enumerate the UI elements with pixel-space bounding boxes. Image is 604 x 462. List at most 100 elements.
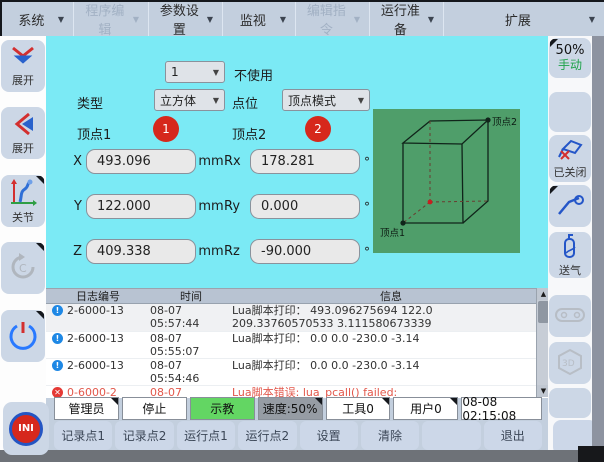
loop-cycle-icon: C <box>8 252 38 285</box>
menu-item-monitor[interactable]: 监视 ▼ <box>223 2 296 36</box>
degree-unit-label: ° <box>364 245 370 259</box>
point-label: 点位 <box>232 93 258 112</box>
gun-closed-button[interactable]: 已关闭 <box>549 135 591 182</box>
x-axis-label: X <box>68 154 82 169</box>
vertex1-dot <box>400 220 405 225</box>
status-user-role[interactable]: 管理员 <box>54 397 119 420</box>
main-area: 1 ▼ 不使用 类型 立方体 ▼ 点位 顶点模式 ▼ 顶点1 1 顶点2 2 X… <box>46 36 550 452</box>
blank-tool-button[interactable] <box>549 388 591 418</box>
button-label: 展开 <box>12 72 34 88</box>
exit-button[interactable]: 退出 <box>484 421 542 450</box>
menu-item-system[interactable]: 系统 ▼ <box>2 2 74 36</box>
cube-settings-panel: 1 ▼ 不使用 类型 立方体 ▼ 点位 顶点模式 ▼ 顶点1 1 顶点2 2 X… <box>46 36 550 288</box>
air-supply-button[interactable]: 送气 <box>549 232 591 278</box>
type-label: 类型 <box>77 93 103 112</box>
run-point1-button[interactable]: 运行点1 <box>177 421 235 450</box>
glue-gun-off-icon <box>555 137 585 164</box>
info-icon: ! <box>52 360 63 371</box>
ry-axis-label: Ry <box>224 199 246 214</box>
info-icon: ! <box>52 305 63 316</box>
status-label: 工具0 <box>342 400 374 417</box>
torch-button[interactable] <box>549 185 591 227</box>
y-axis-label: Y <box>68 199 82 214</box>
record-point1-button[interactable]: 记录点1 <box>54 421 112 450</box>
3d-glyph: 3D <box>562 359 575 369</box>
expand-down-button[interactable]: 展开 <box>1 40 45 92</box>
status-label: 停止 <box>142 400 166 417</box>
rz-value-field[interactable] <box>250 239 360 264</box>
z-axis-label: Z <box>68 244 82 259</box>
menu-item-run-prepare[interactable]: 运行准备 ▼ <box>370 2 444 36</box>
vertex1-badge[interactable]: 1 <box>153 116 179 142</box>
chevron-down-icon: ▼ <box>428 15 434 24</box>
blank-tool-button[interactable] <box>549 92 591 132</box>
record-point2-button[interactable]: 记录点2 <box>115 421 173 450</box>
z-value-field[interactable] <box>86 239 196 264</box>
corner-marker <box>36 311 44 319</box>
torch-icon <box>555 192 585 221</box>
settings-button[interactable]: 设置 <box>300 421 358 450</box>
menu-item-extension[interactable]: 扩展 ▼ <box>444 2 604 36</box>
menu-label: 系统 <box>11 10 52 29</box>
chevron-down-icon: ▼ <box>207 15 213 24</box>
rx-value-field[interactable] <box>250 149 360 174</box>
type-select[interactable]: 立方体 ▼ <box>154 89 225 111</box>
log-time: 08-07 05:55:07 <box>150 332 232 358</box>
menu-item-edit-command: 编辑指令 ▼ <box>296 2 370 36</box>
corner-marker <box>36 176 44 184</box>
status-label: 管理员 <box>68 400 104 417</box>
point-mode-value: 顶点模式 <box>288 92 336 109</box>
power-icon <box>8 320 38 353</box>
preset-value: 1 <box>171 65 179 79</box>
blank-button[interactable] <box>422 421 480 450</box>
y-value-field[interactable] <box>86 194 196 219</box>
corner-marker <box>382 398 389 405</box>
mm-unit-label: mm <box>198 154 224 169</box>
speed-percent-label: 50% <box>556 44 585 58</box>
loop-mode-button-disabled: C <box>1 242 45 294</box>
chevron-down-icon: ▼ <box>133 15 139 24</box>
log-header-id: 日志编号 <box>46 288 150 304</box>
corner-marker <box>550 39 558 47</box>
bottom-edge-strip <box>0 450 604 462</box>
run-point2-button[interactable]: 运行点2 <box>238 421 296 450</box>
status-run-state: 停止 <box>122 397 187 420</box>
status-label: 速度:50% <box>263 400 318 417</box>
joint-mode-button[interactable]: 关节 <box>1 175 45 227</box>
status-speed[interactable]: 速度:50% <box>258 397 323 420</box>
vertex2-dot <box>485 117 490 122</box>
power-button[interactable] <box>1 310 45 362</box>
log-row[interactable]: !2-6000-13 08-07 05:57:44 Lua脚本打印： 493.0… <box>46 304 550 332</box>
log-id: 2-6000-13 <box>67 304 124 317</box>
cube-wireframe-drawing: 顶点2 顶点1 <box>373 109 520 253</box>
hidden-vertex-dot <box>428 200 433 205</box>
preset-select[interactable]: 1 ▼ <box>165 61 225 83</box>
menu-item-parameter-settings[interactable]: 参数设置 ▼ <box>149 2 223 36</box>
gas-bottle-icon <box>558 233 582 262</box>
menu-label: 编辑指令 <box>305 0 348 38</box>
log-row[interactable]: !2-6000-13 08-07 05:55:07 Lua脚本打印： 0.0 0… <box>46 332 550 359</box>
vertex2-badge[interactable]: 2 <box>305 116 331 142</box>
log-time: 08-07 05:54:46 <box>150 359 232 385</box>
status-datetime: 08-08 02:15:08 <box>461 397 542 420</box>
info-icon: ! <box>52 333 63 344</box>
status-tool[interactable]: 工具0 <box>326 397 391 420</box>
mm-unit-label: mm <box>198 199 224 214</box>
clear-button[interactable]: 清除 <box>361 421 419 450</box>
preset-hint-label: 不使用 <box>234 65 273 84</box>
status-user-frame[interactable]: 用户0 <box>393 397 458 420</box>
degree-unit-label: ° <box>364 200 370 214</box>
cube-preview-panel: 顶点2 顶点1 <box>373 109 520 253</box>
svg-text:C: C <box>19 262 27 275</box>
point-mode-select[interactable]: 顶点模式 ▼ <box>282 89 370 111</box>
robot-joint-icon <box>8 178 38 209</box>
x-value-field[interactable] <box>86 149 196 174</box>
log-row[interactable]: !2-6000-13 08-07 05:54:46 Lua脚本打印： 0.0 0… <box>46 359 550 386</box>
rx-axis-label: Rx <box>224 154 246 169</box>
ini-button[interactable]: INI <box>3 402 49 455</box>
coord-row-x: X mm Rx ° <box>68 148 370 175</box>
coord-row-z: Z mm Rz ° <box>68 238 370 265</box>
speed-mode-button[interactable]: 50% 手动 <box>549 38 591 78</box>
ry-value-field[interactable] <box>250 194 360 219</box>
expand-left-button[interactable]: 展开 <box>1 107 45 159</box>
